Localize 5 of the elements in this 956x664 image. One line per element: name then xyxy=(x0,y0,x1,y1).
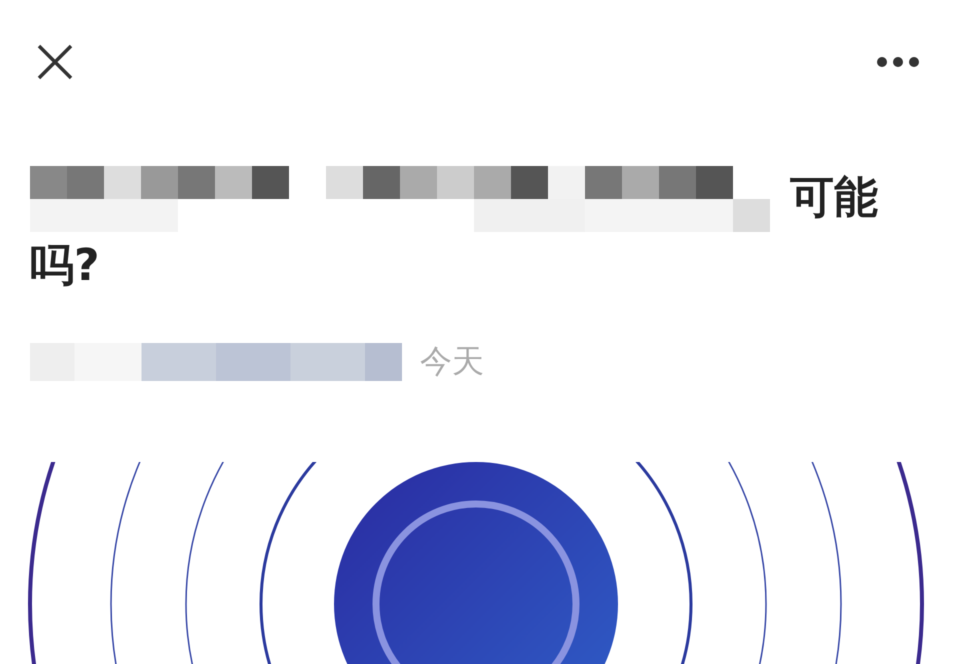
more-icon[interactable] xyxy=(876,56,920,68)
publish-date: 今天 xyxy=(420,341,484,382)
article-title: 可能 xyxy=(790,171,878,225)
article-title: 吗? xyxy=(30,239,100,293)
close-icon[interactable] xyxy=(36,43,74,81)
